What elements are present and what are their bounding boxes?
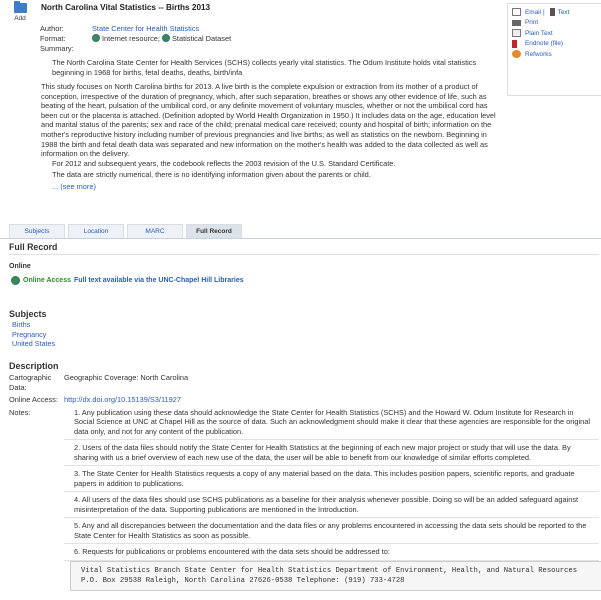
note-item: 4. All users of the data files should us… [64, 492, 599, 518]
cartographic-value: Geographic Coverage: North Carolina [64, 373, 189, 382]
cartographic-label: Cartographic Data: [9, 373, 52, 392]
format-internet: Internet resource; [102, 34, 160, 43]
doi-link[interactable]: http://dx.doi.org/10.15139/S3/11927 [64, 395, 599, 405]
format-value: Internet resource; Statistical Dataset [92, 34, 231, 44]
divider [9, 254, 599, 255]
phone-icon [549, 8, 555, 17]
folder-icon [13, 1, 27, 13]
record-meta: Author: State Center for Health Statisti… [40, 24, 500, 54]
tab-marc[interactable]: MARC [127, 224, 183, 238]
subjects-heading: Subjects [9, 309, 47, 319]
subject-link[interactable]: Births [12, 320, 30, 329]
description-paragraph: This study focuses on North Carolina bir… [41, 82, 496, 159]
description-paragraph: For 2012 and subsequent years, the codeb… [52, 158, 396, 168]
refworks-icon [512, 50, 521, 59]
description-heading: Description [9, 361, 59, 371]
email-link[interactable]: Email [525, 9, 541, 16]
online-heading: Online [9, 263, 31, 270]
note-item: 2. Users of the data files should notify… [64, 440, 599, 466]
text-file-icon [512, 29, 521, 38]
globe-icon [162, 34, 170, 42]
note-item: 5. Any and all discrepancies between the… [64, 518, 599, 544]
tab-subjects[interactable]: Subjects [9, 224, 65, 238]
online-access-label: Online Access [23, 277, 71, 284]
see-more-link[interactable]: ... (see more) [52, 182, 96, 191]
printer-icon [512, 19, 521, 26]
globe-icon [92, 34, 100, 42]
add-label: Add [14, 15, 26, 22]
author-link[interactable]: State Center for Health Statistics [92, 24, 199, 34]
note-item: 6. Requests for publications or problems… [64, 544, 599, 561]
format-dataset: Statistical Dataset [172, 34, 232, 43]
text-link[interactable]: Text [558, 9, 570, 16]
online-access-line: Online Access Full text available via th… [11, 276, 244, 285]
summary-label: Summary: [40, 44, 74, 53]
summary-text: The North Carolina State Center for Heal… [52, 58, 477, 77]
endnote-link[interactable]: Endnote (file) [525, 40, 563, 47]
plain-text-link[interactable]: Plain Text [525, 30, 553, 37]
notes-label: Notes: [9, 407, 31, 417]
subject-link[interactable]: United States [12, 339, 55, 348]
print-link[interactable]: Print [525, 19, 538, 26]
online-access-field-label: Online Access: [9, 395, 58, 404]
endnote-icon [512, 39, 517, 48]
note-item: 1. Any publication using these data shou… [64, 408, 599, 440]
author-label: Author: [40, 24, 64, 33]
refworks-link[interactable]: Refworks [525, 51, 552, 58]
full-record-heading: Full Record [9, 242, 58, 252]
subjects-list: Births Pregnancy United States [12, 320, 55, 349]
subject-link[interactable]: Pregnancy [12, 330, 46, 339]
address-block: Vital Statistics Branch State Center for… [70, 560, 601, 591]
action-separator: | [542, 8, 545, 16]
note-item: 3. The State Center for Health Statistic… [64, 466, 599, 492]
description-list: Cartographic Data: Geographic Coverage: … [9, 373, 601, 591]
tab-full-record[interactable]: Full Record [186, 224, 242, 238]
description-paragraph: The data are strictly numerical, there i… [52, 170, 371, 180]
tab-location[interactable]: Location [68, 224, 124, 238]
tab-divider [0, 238, 601, 239]
email-icon [512, 8, 521, 17]
record-tabs: Subjects Location MARC Full Record [9, 224, 245, 238]
notes-list: 1. Any publication using these data shou… [64, 408, 601, 591]
record-title: North Carolina Vital Statistics -- Birth… [41, 3, 211, 12]
format-label: Format: [40, 34, 66, 43]
description-block: This study focuses on North Carolina bir… [41, 82, 503, 192]
globe-icon [11, 276, 20, 285]
full-text-link[interactable]: Full text available via the UNC-Chapel H… [74, 277, 244, 284]
actions-panel: Email | Text Print Plain Text Endnote (f… [507, 3, 601, 96]
add-button[interactable]: Add [9, 1, 31, 22]
